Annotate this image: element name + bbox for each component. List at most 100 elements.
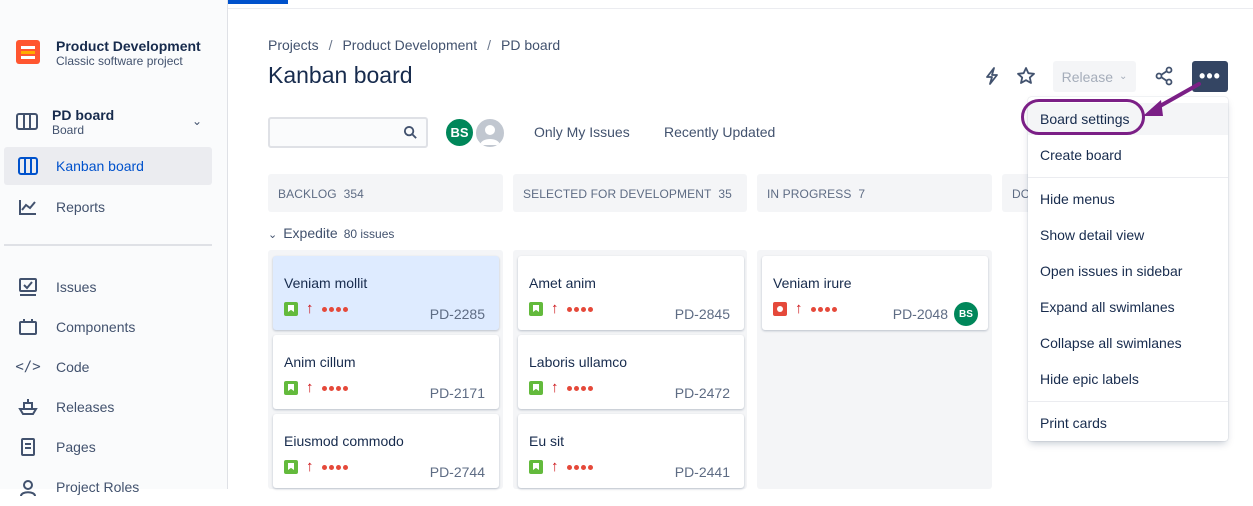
sidebar-item-pages[interactable]: Pages	[4, 428, 212, 466]
only-my-issues-filter[interactable]: Only My Issues	[534, 124, 630, 140]
search-icon	[403, 125, 417, 139]
sidebar-item-code[interactable]: </> Code	[4, 348, 212, 386]
priority-high-icon: ↑	[551, 300, 559, 317]
issues-icon	[18, 277, 38, 297]
chevron-down-icon: ⌄	[268, 229, 278, 241]
story-icon	[529, 381, 543, 395]
sidebar-item-label: Project Roles	[56, 479, 140, 495]
breadcrumb: Projects / Product Development / PD boar…	[268, 37, 560, 53]
board-actions-menu: Board settings Create board Hide menus S…	[1028, 97, 1228, 441]
project-avatar-icon	[16, 40, 40, 64]
sidebar-item-label: Kanban board	[56, 158, 144, 174]
card-title: Veniam irure	[773, 275, 852, 291]
priority-high-icon: ↑	[306, 458, 314, 475]
roles-icon	[18, 477, 38, 497]
issue-card[interactable]: Laboris ullamco ↑ PD-2472	[518, 335, 744, 409]
column-header-selected: SELECTED FOR DEVELOPMENT 35	[513, 174, 747, 212]
sidebar-item-releases[interactable]: Releases	[4, 388, 212, 426]
issue-card[interactable]: Amet anim ↑ PD-2845	[518, 256, 744, 330]
sidebar-item-label: Releases	[56, 399, 115, 415]
sidebar-item-project-roles[interactable]: Project Roles	[4, 468, 212, 506]
sidebar-item-label: Pages	[56, 439, 96, 455]
project-sidebar: Product Development Classic software pro…	[0, 0, 228, 496]
issue-card[interactable]: Anim cillum ↑ PD-2171	[273, 335, 499, 409]
card-title: Eiusmod commodo	[284, 433, 404, 449]
issue-card[interactable]: Eiusmod commodo ↑ PD-2744	[273, 414, 499, 488]
avatar-filter-unassigned[interactable]	[474, 117, 506, 149]
issue-card[interactable]: Veniam mollit ↑ PD-2285	[273, 256, 499, 330]
priority-high-icon: ↑	[795, 300, 803, 317]
line-chart-icon	[18, 197, 38, 217]
swimlane-count: 80 issues	[343, 227, 395, 241]
estimate-dots-icon	[566, 306, 593, 312]
card-key: PD-2285	[429, 306, 485, 322]
swimlane-label: Expedite	[283, 225, 338, 241]
menu-item-hide-menus[interactable]: Hide menus	[1028, 183, 1228, 215]
story-icon	[284, 302, 298, 316]
menu-item-open-issues-in-sidebar[interactable]: Open issues in sidebar	[1028, 255, 1228, 287]
star-icon[interactable]	[1014, 64, 1038, 88]
recently-updated-filter[interactable]: Recently Updated	[664, 124, 775, 140]
card-key: PD-2171	[429, 385, 485, 401]
sidebar-item-issues[interactable]: Issues	[4, 268, 212, 306]
project-header[interactable]: Product Development Classic software pro…	[16, 38, 201, 69]
issue-card[interactable]: Veniam irure ↑ PD-2048 BS	[762, 256, 988, 330]
sidebar-item-reports[interactable]: Reports	[4, 188, 212, 226]
menu-item-print-cards[interactable]: Print cards	[1028, 407, 1228, 439]
card-title: Amet anim	[529, 275, 596, 291]
search-input[interactable]	[268, 117, 428, 148]
chevron-down-icon: ⌄	[1118, 71, 1128, 82]
board-columns-icon	[18, 156, 38, 176]
breadcrumb-separator: /	[487, 37, 491, 53]
chevron-down-icon: ⌄	[191, 114, 202, 128]
sidebar-item-label: Issues	[56, 279, 97, 295]
sidebar-item-components[interactable]: Components	[4, 308, 212, 346]
breadcrumb-project[interactable]: Product Development	[342, 37, 477, 53]
menu-item-show-detail-view[interactable]: Show detail view	[1028, 219, 1228, 251]
breadcrumb-separator: /	[328, 37, 333, 53]
sidebar-item-kanban-board[interactable]: Kanban board	[4, 147, 212, 185]
board-type: Board	[52, 122, 85, 137]
card-title: Eu sit	[529, 433, 565, 449]
column-header-backlog: BACKLOG 354	[268, 174, 503, 212]
story-icon	[529, 460, 543, 474]
menu-item-collapse-all-swimlanes[interactable]: Collapse all swimlanes	[1028, 327, 1228, 359]
sidebar-item-label: Components	[56, 319, 136, 335]
board-switcher[interactable]: PD board Board ⌄	[16, 104, 212, 140]
column-count: 7	[858, 187, 866, 201]
breadcrumb-board[interactable]: PD board	[501, 37, 560, 53]
sidebar-divider	[4, 244, 212, 246]
card-key: PD-2048	[892, 306, 948, 322]
menu-item-hide-epic-labels[interactable]: Hide epic labels	[1028, 363, 1228, 395]
page-title: Kanban board	[268, 62, 413, 88]
estimate-dots-icon	[566, 464, 593, 470]
release-button[interactable]: Release ⌄	[1053, 61, 1136, 92]
priority-high-icon: ↑	[551, 458, 559, 475]
estimate-dots-icon	[321, 306, 348, 312]
column-name: SELECTED FOR DEVELOPMENT	[523, 187, 712, 201]
menu-divider	[1028, 177, 1228, 178]
menu-item-expand-all-swimlanes[interactable]: Expand all swimlanes	[1028, 291, 1228, 323]
story-icon	[284, 381, 298, 395]
estimate-dots-icon	[321, 385, 348, 391]
assignee-avatar[interactable]: BS	[954, 302, 978, 326]
automation-bolt-icon[interactable]	[980, 64, 1004, 88]
priority-high-icon: ↑	[306, 300, 314, 317]
board-icon	[16, 113, 38, 130]
card-key: PD-2441	[674, 464, 730, 480]
swimlane-header[interactable]: ⌄ Expedite 80 issues	[268, 225, 394, 241]
card-key: PD-2845	[674, 306, 730, 322]
ship-icon	[18, 397, 38, 417]
project-type: Classic software project	[56, 54, 183, 68]
card-title: Anim cillum	[284, 354, 356, 370]
board-name: PD board	[52, 106, 115, 123]
menu-item-create-board[interactable]: Create board	[1028, 139, 1228, 171]
annotation-highlight-oval	[1021, 99, 1145, 135]
project-name: Product Development	[56, 38, 201, 54]
column-header-in-progress: IN PROGRESS 7	[757, 174, 992, 212]
avatar-filter-bs[interactable]: BS	[444, 117, 475, 148]
issue-card[interactable]: Eu sit ↑ PD-2441	[518, 414, 744, 488]
estimate-dots-icon	[810, 306, 837, 312]
priority-high-icon: ↑	[551, 379, 559, 396]
breadcrumb-projects[interactable]: Projects	[268, 37, 319, 53]
